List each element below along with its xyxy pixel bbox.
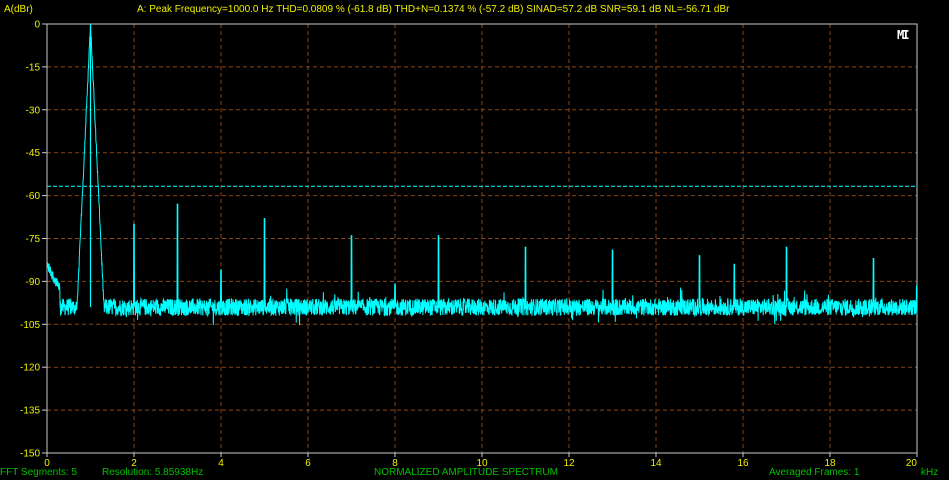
y-axis-unit: A(dBr) <box>4 4 33 15</box>
y-tick-label: -120 <box>20 363 40 374</box>
fft-segments: FFT Segments: 5 <box>0 467 78 478</box>
x-axis-unit: kHz <box>921 467 939 478</box>
resolution: Resolution: 5.85938Hz <box>102 467 204 478</box>
y-tick-label: -30 <box>26 105 41 116</box>
plot-frame <box>42 23 918 457</box>
chart-title: NORMALIZED AMPLITUDE SPECTRUM <box>374 467 558 478</box>
tick-labels: 0-15-30-45-60-75-90-105-120-135-1500 2 4 6 8… <box>20 20 917 470</box>
spectrum-chart: 0-15-30-45-60-75-90-105-120-135-1500 2 4 6 8… <box>20 20 918 470</box>
brand-logo: MI <box>897 28 909 42</box>
x-tick-label: 12 <box>563 458 575 469</box>
x-tick-label: 6 <box>305 458 311 469</box>
averaged-frames: Averaged Frames: 1 <box>769 467 860 478</box>
y-tick-label: -90 <box>26 277 41 288</box>
y-tick-label: -150 <box>20 449 40 460</box>
measurement-readout: A: Peak Frequency=1000.0 Hz THD=0.0809 %… <box>137 4 730 15</box>
y-tick-label: 0 <box>34 20 40 31</box>
y-tick-label: -75 <box>26 234 41 245</box>
x-tick-label: 20 <box>906 458 918 469</box>
y-tick-label: -135 <box>20 406 40 417</box>
x-tick-label: 16 <box>737 458 749 469</box>
y-tick-label: -105 <box>20 320 40 331</box>
y-tick-label: -45 <box>26 148 41 159</box>
x-tick-label: 4 <box>218 458 224 469</box>
x-tick-label: 14 <box>650 458 662 469</box>
y-tick-label: -15 <box>26 62 41 73</box>
y-tick-label: -60 <box>26 191 41 202</box>
